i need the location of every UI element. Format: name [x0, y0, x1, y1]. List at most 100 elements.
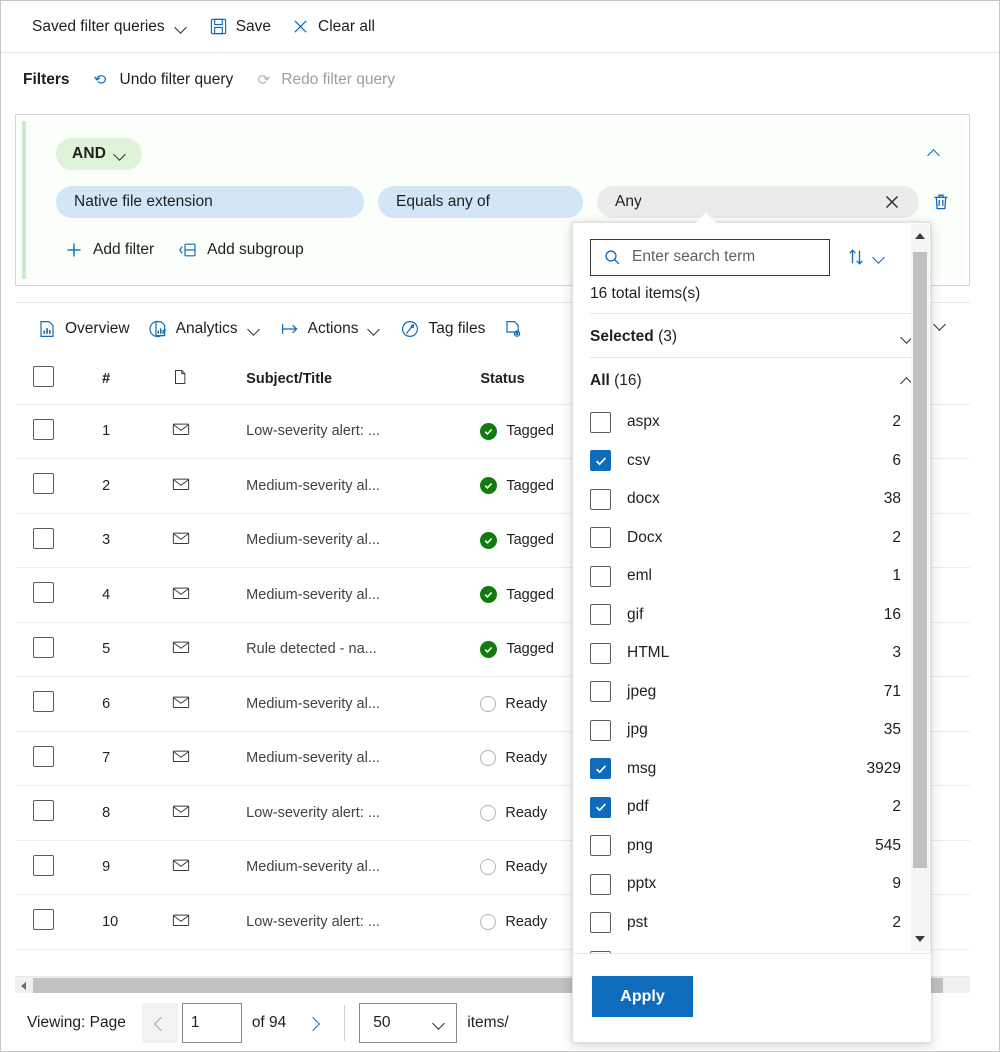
extension-option-checkbox[interactable]	[590, 758, 611, 780]
filter-operator-label: AND	[72, 145, 107, 162]
search-input[interactable]: Enter search term	[590, 238, 830, 276]
collapse-group-button[interactable]	[918, 137, 950, 169]
redo-icon	[253, 71, 272, 90]
row-status-label: Ready	[505, 804, 548, 821]
scroll-left-arrow[interactable]	[15, 977, 32, 994]
extension-option-checkbox[interactable]	[590, 604, 611, 626]
search-icon	[603, 248, 622, 267]
filter-value-dropdown[interactable]: Any	[597, 186, 865, 218]
filter-condition-row: Native file extension Equals any of Any	[56, 186, 951, 218]
extension-option-row[interactable]: docx 38	[590, 480, 915, 519]
row-checkbox[interactable]	[33, 800, 54, 822]
extension-option-checkbox[interactable]	[590, 527, 611, 549]
pagination-divider	[344, 1005, 346, 1041]
extension-option-checkbox[interactable]	[590, 450, 611, 472]
previous-page-button[interactable]	[141, 1003, 178, 1043]
add-subgroup-button[interactable]: Add subgroup	[170, 235, 312, 265]
page-size-dropdown[interactable]: 50	[359, 1003, 458, 1043]
overview-button[interactable]: Overview	[29, 313, 138, 345]
extension-option-checkbox[interactable]	[590, 873, 611, 895]
row-number: 4	[102, 567, 172, 623]
column-header-number[interactable]: #	[102, 354, 172, 405]
search-placeholder: Enter search term	[632, 248, 756, 265]
delete-filter-button[interactable]	[931, 192, 951, 212]
extension-option-checkbox[interactable]	[590, 565, 611, 587]
extension-option-label: jpg	[627, 721, 648, 739]
clear-all-button[interactable]: Clear all	[282, 11, 384, 42]
dropdown-scroll-thumb[interactable]	[913, 252, 927, 868]
extension-option-row[interactable]: HTML 3	[590, 634, 915, 673]
extension-option-row[interactable]: png 545	[590, 827, 915, 866]
tag-files-button[interactable]: Tag files	[392, 313, 493, 345]
extension-option-row[interactable]: jpg 35	[590, 711, 915, 750]
row-checkbox[interactable]	[33, 582, 54, 604]
extension-option-row[interactable]: pdf 2	[590, 788, 915, 827]
selected-section-header[interactable]: Selected (3)	[590, 319, 915, 355]
row-status-label: Tagged	[506, 586, 554, 603]
extension-option-row[interactable]: Docx 2	[590, 519, 915, 558]
undo-filter-query-button[interactable]: Undo filter query	[84, 65, 242, 96]
saved-filter-queries-menu[interactable]: Saved filter queries	[23, 12, 198, 42]
scroll-down-arrow[interactable]	[911, 930, 929, 948]
extension-option-checkbox[interactable]	[590, 912, 611, 934]
extension-option-checkbox[interactable]	[590, 835, 611, 857]
filter-field-dropdown[interactable]: Native file extension	[56, 186, 364, 218]
extension-option-checkbox[interactable]	[590, 642, 611, 664]
filter-add-row: Add filter Add subgroup	[56, 235, 312, 265]
extension-option-row[interactable]: pptx 9	[590, 865, 915, 904]
status-tagged-icon	[480, 477, 498, 495]
row-checkbox[interactable]	[33, 636, 54, 658]
row-checkbox[interactable]	[33, 745, 54, 767]
row-subject: Low-severity alert: ...	[246, 894, 481, 950]
add-filter-button[interactable]: Add filter	[56, 235, 162, 265]
analytics-menu[interactable]: Analytics	[140, 313, 270, 345]
extension-option-row[interactable]: eml 1	[590, 557, 915, 596]
row-select-cell	[15, 731, 103, 786]
row-checkbox[interactable]	[33, 527, 54, 549]
extension-option-row[interactable]: csv 6	[590, 442, 915, 481]
select-all-checkbox[interactable]	[33, 366, 54, 388]
row-type-cell	[171, 513, 247, 568]
apply-button[interactable]: Apply	[592, 976, 693, 1017]
extension-option-count: 35	[883, 721, 901, 739]
row-checkbox[interactable]	[33, 854, 54, 876]
extension-option-row[interactable]: pst 2	[590, 904, 915, 943]
extension-option-row[interactable]: aspx 2	[590, 403, 915, 442]
chevron-down-icon	[366, 321, 382, 337]
extension-option-row[interactable]: gif 16	[590, 596, 915, 635]
row-checkbox[interactable]	[33, 909, 54, 931]
extension-option-checkbox[interactable]	[590, 796, 611, 818]
filter-operator-dropdown[interactable]: AND	[56, 138, 143, 170]
redo-filter-query-button[interactable]: Redo filter query	[245, 65, 403, 96]
extension-option-label: pst	[627, 913, 648, 931]
row-checkbox[interactable]	[33, 691, 54, 713]
filter-operator-condition-dropdown[interactable]: Equals any of	[378, 186, 583, 218]
file-settings-button[interactable]	[495, 313, 531, 345]
scroll-up-arrow[interactable]	[911, 227, 929, 245]
extension-option-checkbox[interactable]	[590, 681, 611, 703]
extension-option-row[interactable]: msg 3929	[590, 750, 915, 789]
extension-option-count: 38	[883, 490, 901, 508]
row-checkbox[interactable]	[33, 418, 54, 440]
sort-options-button[interactable]	[846, 247, 887, 267]
extension-option-row[interactable]	[590, 942, 915, 953]
clear-filter-value-button[interactable]	[865, 186, 919, 218]
column-header-subject[interactable]: Subject/Title	[246, 354, 481, 405]
column-header-filetype[interactable]	[171, 354, 247, 405]
save-button[interactable]: Save	[200, 11, 280, 42]
row-number: 10	[102, 894, 172, 950]
mail-icon	[171, 637, 191, 657]
extension-option-checkbox[interactable]	[590, 719, 611, 741]
page-number-input[interactable]	[181, 1003, 242, 1043]
actions-menu[interactable]: Actions	[272, 313, 391, 345]
dropdown-footer: Apply	[574, 953, 931, 1041]
dropdown-scrollbar[interactable]	[911, 224, 929, 951]
extension-option-checkbox[interactable]	[590, 411, 611, 433]
next-page-button[interactable]	[296, 1003, 330, 1043]
row-select-cell	[15, 458, 103, 514]
status-ready-icon	[480, 913, 497, 930]
row-checkbox[interactable]	[33, 473, 54, 495]
all-section-header[interactable]: All (16)	[590, 363, 915, 399]
extension-option-checkbox[interactable]	[590, 488, 611, 510]
extension-option-row[interactable]: jpeg 71	[590, 673, 915, 712]
